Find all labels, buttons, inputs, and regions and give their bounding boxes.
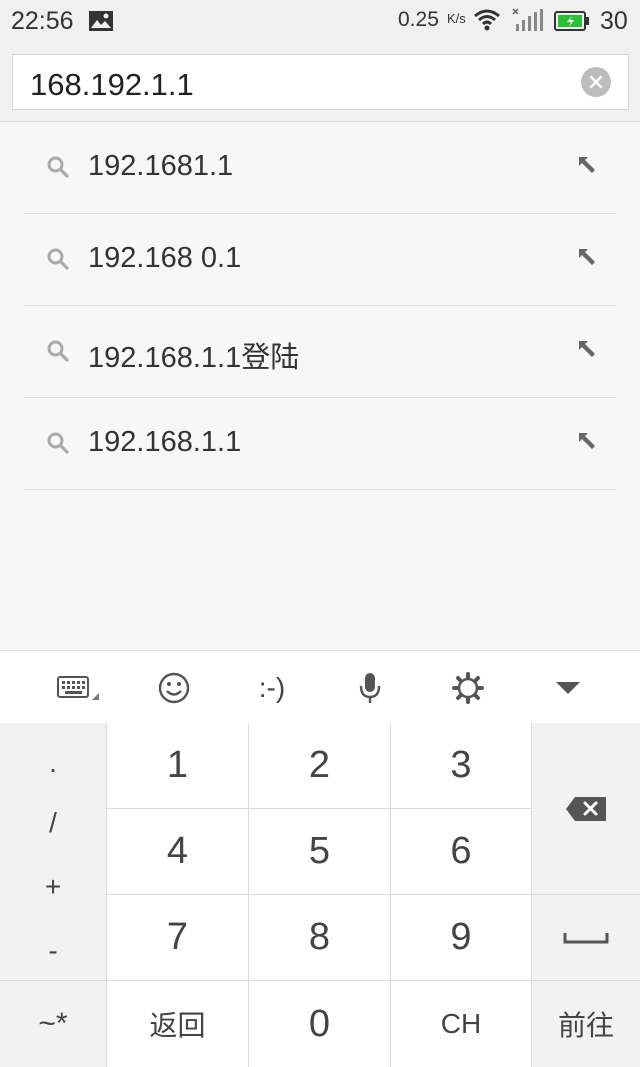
fill-arrow-icon[interactable] (576, 154, 598, 181)
suggestion-text: 192.168 0.1 (88, 242, 242, 274)
network-speed: 0.25 (398, 8, 439, 31)
emoji-icon[interactable] (144, 651, 204, 724)
settings-icon[interactable] (438, 651, 498, 724)
search-icon (46, 247, 70, 276)
key-plus[interactable]: + (0, 871, 106, 903)
key-5[interactable]: 5 (249, 809, 390, 894)
suggestion-text: 192.1681.1 (88, 150, 234, 182)
backspace-icon (566, 796, 606, 821)
backspace-key[interactable] (532, 723, 640, 894)
battery-level: 30 (600, 7, 628, 35)
microphone-icon[interactable] (340, 651, 400, 724)
key-2[interactable]: 2 (249, 723, 390, 808)
suggestion-text: 192.168.1.1登陆 (88, 342, 300, 374)
space-icon (563, 932, 609, 943)
key-slash[interactable]: / (0, 807, 106, 839)
key-1[interactable]: 1 (107, 723, 248, 808)
key-9[interactable]: 9 (391, 895, 531, 980)
key-0[interactable]: 0 (249, 981, 390, 1067)
keyboard-icon[interactable] (50, 651, 110, 724)
image-icon (88, 10, 114, 37)
search-icon (46, 431, 70, 460)
numeric-keypad: . / + - 1 2 3 4 5 6 7 8 9 ~* 返回 0 CH 前往 (0, 723, 640, 1067)
address-bar-area: 168.192.1.1 (0, 44, 640, 122)
address-input[interactable]: 168.192.1.1 (12, 54, 629, 110)
status-bar: 22:56 0.25 K/s 30 (0, 0, 640, 44)
status-time: 22:56 (11, 7, 74, 35)
address-value[interactable]: 168.192.1.1 (30, 67, 194, 103)
fill-arrow-icon[interactable] (576, 246, 598, 273)
search-icon (46, 155, 70, 184)
key-3[interactable]: 3 (391, 723, 531, 808)
suggestion-text: 192.168.1.1 (88, 426, 242, 458)
emoticon-button[interactable]: :-) (240, 651, 304, 724)
go-key[interactable]: 前往 (532, 981, 640, 1067)
key-minus[interactable]: - (0, 935, 106, 967)
suggestion-item[interactable]: 192.1681.1 (24, 122, 616, 214)
network-speed-unit: K/s (447, 11, 466, 26)
back-key[interactable]: 返回 (107, 981, 248, 1067)
fill-arrow-icon[interactable] (576, 338, 598, 365)
suggestion-item[interactable]: 192.168.1.1登陆 (24, 306, 616, 398)
key-4[interactable]: 4 (107, 809, 248, 894)
symbols-key[interactable]: ~* (0, 981, 106, 1067)
search-icon (46, 339, 70, 368)
signal-icon (512, 8, 544, 37)
language-key[interactable]: CH (391, 981, 531, 1067)
fill-arrow-icon[interactable] (576, 430, 598, 457)
key-8[interactable]: 8 (249, 895, 390, 980)
wifi-icon (473, 9, 501, 36)
key-7[interactable]: 7 (107, 895, 248, 980)
battery-icon (554, 10, 590, 37)
suggestion-item[interactable]: 192.168 0.1 (24, 214, 616, 306)
key-dot[interactable]: . (0, 747, 106, 779)
space-key[interactable] (532, 895, 640, 980)
clear-icon[interactable] (581, 67, 611, 97)
key-6[interactable]: 6 (391, 809, 531, 894)
suggestion-item[interactable]: 192.168.1.1 (24, 398, 616, 490)
keyboard-toolbar: :-) (0, 650, 640, 723)
collapse-icon[interactable] (538, 651, 598, 724)
